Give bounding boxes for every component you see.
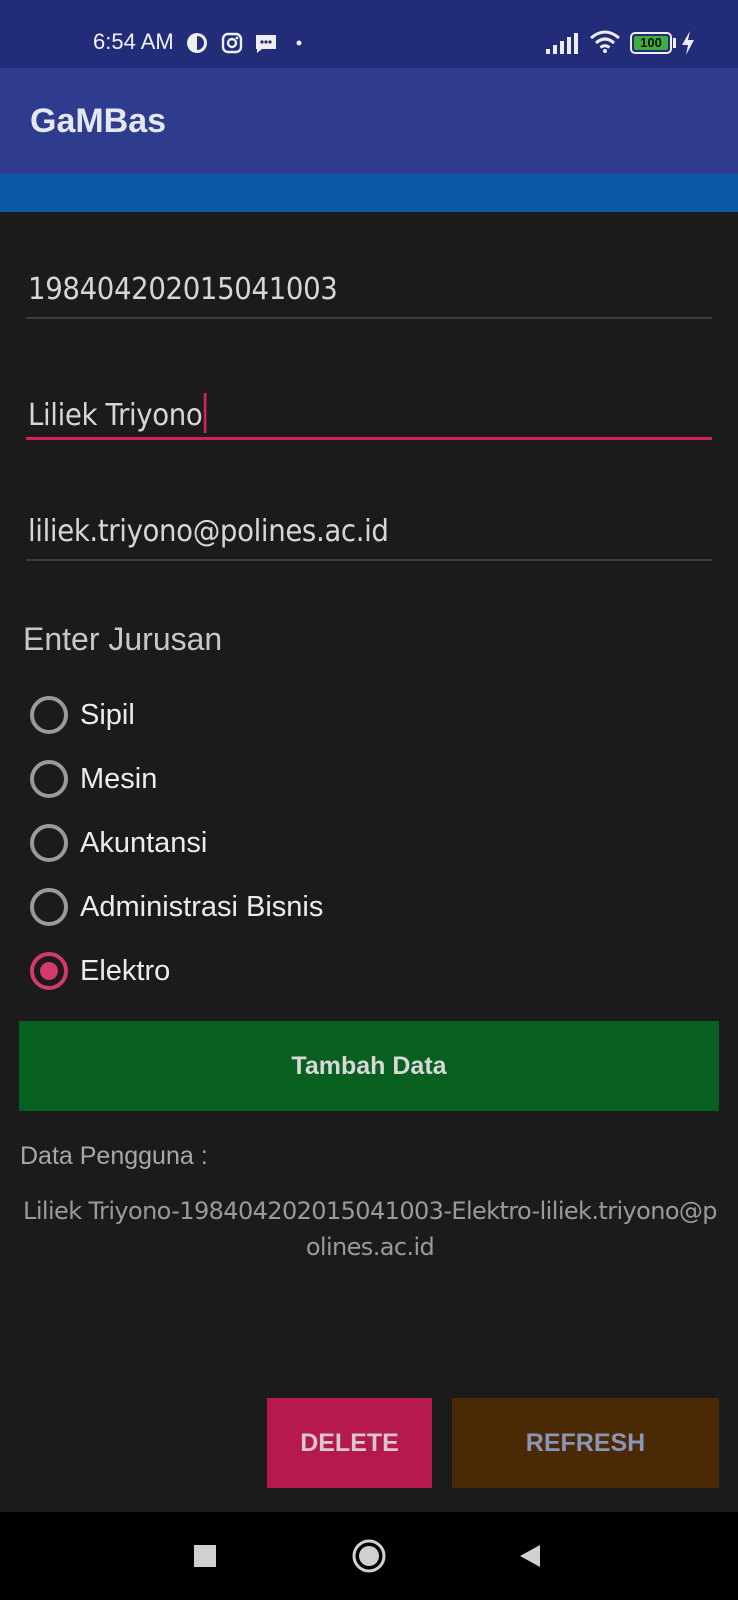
- signal-icon: [546, 33, 578, 54]
- name-field[interactable]: Liliek Triyono: [26, 383, 712, 443]
- radio-administrasi-bisnis[interactable]: Administrasi Bisnis: [30, 882, 323, 932]
- square-recents-icon: [194, 1545, 216, 1567]
- nip-field[interactable]: 198404202015041003: [26, 262, 712, 322]
- name-value: Liliek Triyono: [28, 398, 203, 433]
- radio-sipil-label: Sipil: [80, 698, 135, 731]
- recents-button[interactable]: [160, 1512, 250, 1600]
- message-icon: [256, 35, 276, 53]
- radio-elektro-circle[interactable]: [30, 952, 68, 990]
- charging-icon: [682, 31, 694, 55]
- radio-mesin[interactable]: Mesin: [30, 754, 157, 804]
- data-saver-icon: [187, 33, 207, 53]
- status-time: 6:54 AM: [93, 29, 174, 54]
- radio-elektro-label: Elektro: [80, 954, 171, 987]
- radio-administrasi-bisnis-circle[interactable]: [30, 888, 68, 926]
- radio-administrasi-bisnis-label: Administrasi Bisnis: [80, 890, 324, 923]
- data-pengguna-text: Liliek Triyono-198404202015041003-Elektr…: [23, 1197, 718, 1261]
- navigation-bar: [0, 1512, 738, 1600]
- radio-elektro[interactable]: Elektro: [30, 946, 170, 996]
- app-title: GaMBas: [30, 102, 167, 140]
- radio-akuntansi-circle[interactable]: [30, 824, 68, 862]
- tambah-data-button[interactable]: Tambah Data: [19, 1021, 719, 1111]
- text-cursor: [203, 393, 207, 433]
- email-field[interactable]: liliek.triyono@polines.ac.id: [26, 504, 712, 564]
- email-value: liliek.triyono@polines.ac.id: [28, 514, 389, 549]
- radio-mesin-circle[interactable]: [30, 760, 68, 798]
- triangle-back-icon: [520, 1545, 540, 1567]
- email-underline: [26, 559, 712, 561]
- accent-strip: [0, 174, 738, 212]
- radio-sipil[interactable]: Sipil: [30, 690, 135, 740]
- data-pengguna-title: Data Pengguna :: [20, 1142, 208, 1170]
- radio-sipil-circle[interactable]: [30, 696, 68, 734]
- radio-mesin-label: Mesin: [80, 762, 158, 795]
- radio-akuntansi-label: Akuntansi: [80, 826, 208, 859]
- circle-home-icon: [352, 1539, 386, 1573]
- app-bar: GaMBas: [0, 68, 738, 174]
- nip-value: 198404202015041003: [28, 272, 338, 307]
- battery-tip: [673, 38, 676, 48]
- battery-level: 100: [640, 35, 662, 50]
- battery-icon: 100: [630, 32, 672, 54]
- jurusan-label: Enter Jurusan: [23, 621, 223, 657]
- wifi-icon: [590, 30, 620, 53]
- dot-icon: [296, 40, 302, 46]
- radio-akuntansi[interactable]: Akuntansi: [30, 818, 207, 868]
- back-button[interactable]: [485, 1512, 575, 1600]
- nip-underline: [26, 317, 712, 319]
- home-button[interactable]: [324, 1512, 414, 1600]
- name-underline: [26, 437, 712, 440]
- name-value-wrap: Liliek Triyono: [28, 393, 207, 433]
- instagram-icon: [221, 32, 243, 54]
- delete-button[interactable]: DELETE: [267, 1398, 432, 1488]
- refresh-button[interactable]: REFRESH: [452, 1398, 719, 1488]
- status-bar: 6:54 AM 100: [0, 0, 738, 68]
